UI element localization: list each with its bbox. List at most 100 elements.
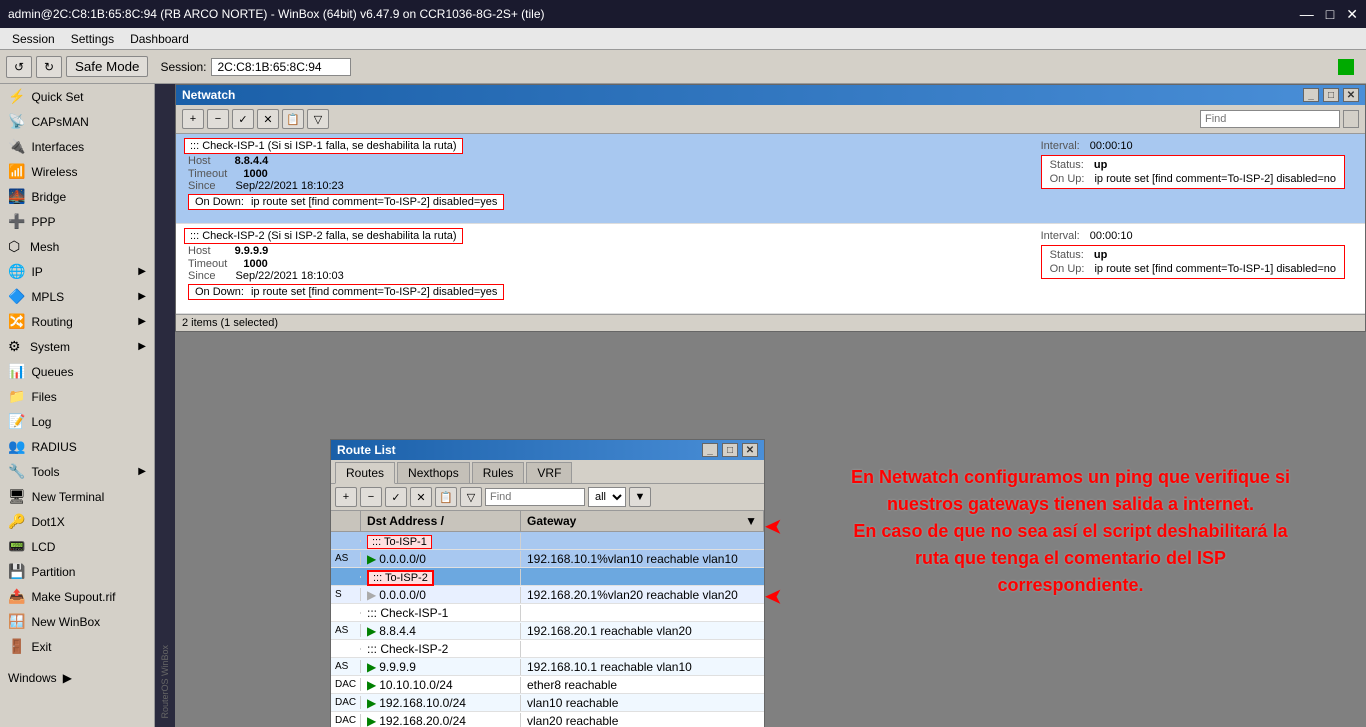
annotation-box: En Netwatch configuramos un ping que ver… xyxy=(795,464,1346,599)
sidebar-item-bridge[interactable]: 🌉 Bridge xyxy=(0,184,154,209)
netwatch-window-controls[interactable]: _ □ ✕ xyxy=(1303,88,1359,102)
sidebar-item-wireless[interactable]: 📶 Wireless xyxy=(0,159,154,184)
table-row[interactable]: ::: To-ISP-1 xyxy=(331,532,764,550)
sidebar-item-mpls[interactable]: 🔷 MPLS ▶ xyxy=(0,284,154,309)
tab-vrf[interactable]: VRF xyxy=(526,462,572,483)
sidebar-item-tools[interactable]: 🔧 Tools ▶ xyxy=(0,459,154,484)
routelist-window-controls[interactable]: _ □ ✕ xyxy=(702,443,758,457)
netwatch-x-button[interactable]: ✕ xyxy=(257,109,279,129)
sidebar-item-newwinbox[interactable]: 🪟 New WinBox xyxy=(0,609,154,634)
maximize-button[interactable]: □ xyxy=(1326,6,1334,23)
titlebar-controls[interactable]: — □ ✕ xyxy=(1300,6,1358,23)
netwatch-entry1-status-label: Status: xyxy=(1050,159,1084,171)
sidebar-item-label: Files xyxy=(31,390,56,404)
tab-nexthops[interactable]: Nexthops xyxy=(397,462,470,483)
rl-remove-button[interactable]: − xyxy=(360,487,382,507)
sidebar-item-exit[interactable]: 🚪 Exit xyxy=(0,634,154,659)
sidebar-item-ppp[interactable]: ➕ PPP xyxy=(0,209,154,234)
rl-row-type xyxy=(331,540,361,542)
netwatch-find-input[interactable] xyxy=(1200,110,1340,128)
sidebar-item-lcd[interactable]: 📟 LCD xyxy=(0,534,154,559)
netwatch-add-button[interactable]: + xyxy=(182,109,204,129)
minimize-button[interactable]: — xyxy=(1300,6,1314,23)
rl-scroll-btn[interactable]: ▼ xyxy=(629,487,651,507)
sidebar-item-log[interactable]: 📝 Log xyxy=(0,409,154,434)
sidebar-item-interfaces[interactable]: 🔌 Interfaces xyxy=(0,134,154,159)
windows-label: Windows xyxy=(8,671,57,685)
sidebar-item-quickset[interactable]: ⚡ Quick Set xyxy=(0,84,154,109)
sidebar-item-queues[interactable]: 📊 Queues xyxy=(0,359,154,384)
rl-row-type: AS xyxy=(331,552,361,565)
menubar: Session Settings Dashboard xyxy=(0,28,1366,50)
rl-x-button[interactable]: ✕ xyxy=(410,487,432,507)
sidebar-item-makesupout[interactable]: 📤 Make Supout.rif xyxy=(0,584,154,609)
sidebar-item-label: Make Supout.rif xyxy=(31,590,115,604)
netwatch-close[interactable]: ✕ xyxy=(1343,88,1359,102)
table-row[interactable]: DAC ▶ 10.10.10.0/24 ether8 reachable xyxy=(331,676,764,694)
rl-row-gw: 192.168.20.1%vlan20 reachable vlan20 xyxy=(521,587,764,603)
sidebar-item-system[interactable]: ⚙ System ▶ xyxy=(0,334,154,359)
sync-button[interactable]: ↻ xyxy=(36,56,62,78)
table-row[interactable]: AS ▶ 9.9.9.9 192.168.10.1 reachable vlan… xyxy=(331,658,764,676)
netwatch-minimize[interactable]: _ xyxy=(1303,88,1319,102)
rl-col-dst[interactable]: Dst Address / xyxy=(361,511,521,531)
tab-rules[interactable]: Rules xyxy=(472,462,525,483)
netwatch-copy-button[interactable]: 📋 xyxy=(282,109,304,129)
safemode-button[interactable]: Safe Mode xyxy=(66,56,148,77)
table-row[interactable]: DAC ▶ 192.168.10.0/24 vlan10 reachable xyxy=(331,694,764,712)
netwatch-check-button[interactable]: ✓ xyxy=(232,109,254,129)
table-row[interactable]: AS ▶ 8.8.4.4 192.168.20.1 reachable vlan… xyxy=(331,622,764,640)
netwatch-row-2[interactable]: ::: Check-ISP-2 (Si si ISP-2 falla, se d… xyxy=(176,224,1365,314)
rl-row-type xyxy=(331,648,361,650)
table-row[interactable]: DAC ▶ 192.168.20.0/24 vlan20 reachable xyxy=(331,712,764,727)
routelist-minimize[interactable]: _ xyxy=(702,443,718,457)
sidebar-windows-section[interactable]: Windows ▶ xyxy=(0,667,154,689)
sidebar-item-ip[interactable]: 🌐 IP ▶ xyxy=(0,259,154,284)
table-row[interactable]: ::: Check-ISP-2 xyxy=(331,640,764,658)
netwatch-remove-button[interactable]: − xyxy=(207,109,229,129)
sidebar-item-label: LCD xyxy=(31,540,55,554)
sidebar-item-label: New WinBox xyxy=(31,615,100,629)
mpls-icon: 🔷 xyxy=(8,288,25,305)
table-row[interactable]: ::: Check-ISP-1 xyxy=(331,604,764,622)
sidebar-item-routing[interactable]: 🔀 Routing ▶ xyxy=(0,309,154,334)
sidebar-item-radius[interactable]: 👥 RADIUS xyxy=(0,434,154,459)
sidebar-item-partition[interactable]: 💾 Partition xyxy=(0,559,154,584)
menu-session[interactable]: Session xyxy=(4,30,63,48)
menu-settings[interactable]: Settings xyxy=(63,30,122,48)
sidebar-item-capsman[interactable]: 📡 CAPsMAN xyxy=(0,109,154,134)
routelist-maximize[interactable]: □ xyxy=(722,443,738,457)
rl-find-input[interactable] xyxy=(485,488,585,506)
rl-check-button[interactable]: ✓ xyxy=(385,487,407,507)
netwatch-row-1[interactable]: ::: Check-ISP-1 (Si si ISP-1 falla, se d… xyxy=(176,134,1365,224)
table-row[interactable]: ::: To-ISP-2 xyxy=(331,568,764,586)
rl-copy-button[interactable]: 📋 xyxy=(435,487,457,507)
refresh-button[interactable]: ↺ xyxy=(6,56,32,78)
makesupout-icon: 📤 xyxy=(8,588,25,605)
session-label: Session: xyxy=(160,60,206,74)
sidebar-item-dot1x[interactable]: 🔑 Dot1X xyxy=(0,509,154,534)
sidebar-item-newterminal[interactable]: 🖥 New Terminal xyxy=(0,484,154,509)
close-button[interactable]: ✕ xyxy=(1346,6,1358,23)
rl-all-select[interactable]: all xyxy=(588,487,626,507)
netwatch-entry2-host-label: Host xyxy=(188,245,211,257)
rl-row-gw xyxy=(521,612,764,614)
table-row[interactable]: S ▶ 0.0.0.0/0 192.168.20.1%vlan20 reacha… xyxy=(331,586,764,604)
table-row[interactable]: AS ▶ 0.0.0.0/0 192.168.10.1%vlan10 reach… xyxy=(331,550,764,568)
netwatch-filter-button[interactable]: ▽ xyxy=(307,109,329,129)
sidebar-item-mesh[interactable]: ⬡ Mesh xyxy=(0,234,154,259)
netwatch-maximize[interactable]: □ xyxy=(1323,88,1339,102)
menu-dashboard[interactable]: Dashboard xyxy=(122,30,197,48)
rl-add-button[interactable]: + xyxy=(335,487,357,507)
rl-gateway-dropdown[interactable]: ▼ xyxy=(745,514,757,528)
sidebar-item-label: System xyxy=(30,340,70,354)
sidebar-item-files[interactable]: 📁 Files xyxy=(0,384,154,409)
sidebar-item-label: Interfaces xyxy=(31,140,84,154)
files-icon: 📁 xyxy=(8,388,25,405)
rl-filter-button[interactable]: ▽ xyxy=(460,487,482,507)
titlebar: admin@2C:C8:1B:65:8C:94 (RB ARCO NORTE) … xyxy=(0,0,1366,28)
sidebar-item-label: Quick Set xyxy=(31,90,83,104)
tab-routes[interactable]: Routes xyxy=(335,462,395,484)
routelist-close[interactable]: ✕ xyxy=(742,443,758,457)
rl-col-gateway[interactable]: Gateway ▼ xyxy=(521,511,764,531)
